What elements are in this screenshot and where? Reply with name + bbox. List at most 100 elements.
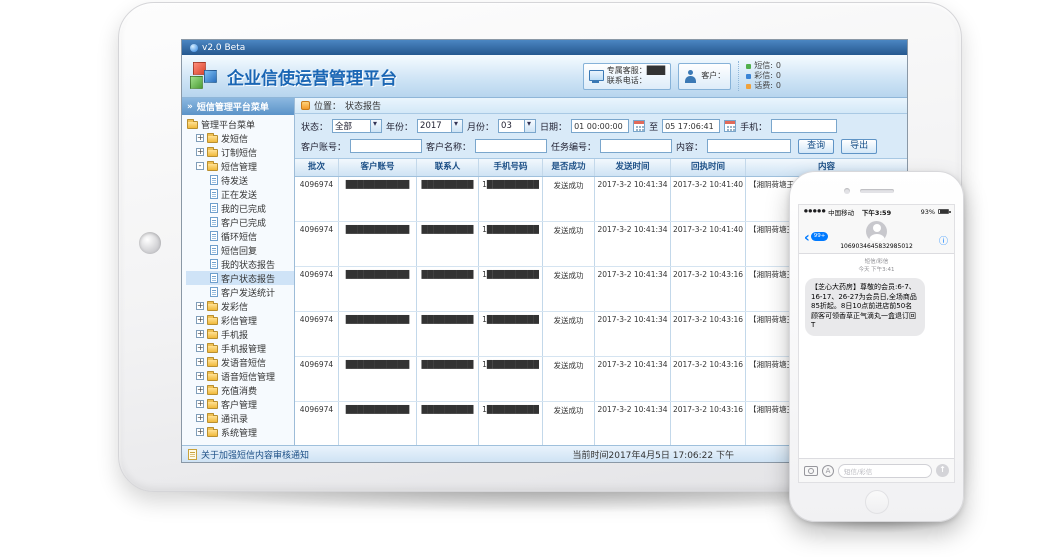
app-header: 企业信使运营管理平台 专属客服：███ 联系电话： 客户： bbox=[182, 55, 907, 98]
folder-icon bbox=[207, 415, 218, 423]
year-label: 年份： bbox=[386, 120, 413, 133]
sidebar-sub-item[interactable]: 客户已完成 bbox=[186, 215, 294, 229]
column-header[interactable]: 联系人 bbox=[417, 159, 479, 176]
name-input[interactable] bbox=[475, 139, 547, 153]
sidebar-sub-item[interactable]: 客户发送统计 bbox=[186, 285, 294, 299]
phone-label: 联系电话： bbox=[607, 76, 647, 85]
expand-icon[interactable] bbox=[196, 344, 204, 352]
column-header[interactable]: 是否成功 bbox=[543, 159, 595, 176]
message-input[interactable]: 短信/彩信 bbox=[838, 464, 932, 478]
filter-row-1: 状态： 全部 年份： 2017 月份： 03 日期： 至 手机： bbox=[301, 118, 901, 134]
expand-icon[interactable] bbox=[196, 358, 204, 366]
sidebar-sub-item-label: 我的状态报告 bbox=[221, 258, 275, 271]
phone-camera-icon bbox=[844, 188, 850, 194]
date-label: 日期： bbox=[540, 120, 567, 133]
location-icon bbox=[301, 101, 310, 110]
sidebar-sub-item[interactable]: 短信回复 bbox=[186, 243, 294, 257]
sidebar-sub-item[interactable]: 待发送 bbox=[186, 173, 294, 187]
notice-link[interactable]: 关于加强短信内容审核通知 bbox=[188, 448, 309, 461]
camera-icon[interactable] bbox=[804, 466, 818, 476]
expand-icon[interactable] bbox=[196, 316, 204, 324]
service-box: 专属客服：███ 联系电话： bbox=[583, 63, 671, 90]
app-logo-icon bbox=[190, 61, 220, 91]
year-select[interactable]: 2017 bbox=[417, 119, 463, 133]
service-value: ███ bbox=[647, 66, 665, 75]
expand-icon[interactable] bbox=[196, 162, 204, 170]
apps-icon[interactable] bbox=[822, 465, 834, 477]
send-button[interactable] bbox=[936, 464, 949, 477]
expand-icon[interactable] bbox=[196, 148, 204, 156]
input-placeholder: 短信/彩信 bbox=[844, 466, 872, 476]
sidebar-item[interactable]: 彩信管理 bbox=[186, 313, 294, 327]
sidebar-item[interactable]: 客户管理 bbox=[186, 397, 294, 411]
sidebar-item[interactable]: 发短信 bbox=[186, 131, 294, 145]
sidebar-item[interactable]: 充值消费 bbox=[186, 383, 294, 397]
month-select[interactable]: 03 bbox=[498, 119, 536, 133]
sidebar-item[interactable]: 通讯录 bbox=[186, 411, 294, 425]
sidebar-root-label: 管理平台菜单 bbox=[201, 118, 255, 131]
folder-icon bbox=[207, 163, 218, 171]
calendar-icon[interactable] bbox=[633, 120, 645, 132]
sidebar-item[interactable]: 手机报 bbox=[186, 327, 294, 341]
folder-icon bbox=[207, 387, 218, 395]
sidebar-sub-item[interactable]: 我的已完成 bbox=[186, 201, 294, 215]
column-header[interactable]: 批次 bbox=[295, 159, 339, 176]
sidebar-item[interactable]: 语音短信管理 bbox=[186, 369, 294, 383]
column-header[interactable]: 回执时间 bbox=[671, 159, 746, 176]
tablet-camera-icon bbox=[139, 232, 161, 254]
expand-icon[interactable] bbox=[196, 414, 204, 422]
expand-icon[interactable] bbox=[196, 302, 204, 310]
mobile-input[interactable] bbox=[771, 119, 837, 133]
content-input[interactable] bbox=[707, 139, 791, 153]
phone-screen: ●●●●● 中国移动 下午3:59 93% 99+ 10690346458329… bbox=[798, 204, 955, 483]
expand-icon[interactable] bbox=[196, 400, 204, 408]
column-header[interactable]: 手机号码 bbox=[479, 159, 543, 176]
calendar-icon[interactable] bbox=[724, 120, 736, 132]
sidebar-root-item[interactable]: 管理平台菜单 bbox=[186, 117, 294, 131]
cell-mobile: 1█████████ bbox=[479, 177, 543, 221]
date-to-input[interactable] bbox=[662, 119, 720, 133]
expand-icon[interactable] bbox=[196, 386, 204, 394]
cell-mobile: 1█████████ bbox=[479, 222, 543, 266]
sidebar-item-label: 通讯录 bbox=[221, 412, 248, 425]
month-label: 月份： bbox=[467, 120, 494, 133]
expand-icon[interactable] bbox=[196, 330, 204, 338]
task-input[interactable] bbox=[600, 139, 672, 153]
expand-icon[interactable] bbox=[196, 372, 204, 380]
account-input[interactable] bbox=[350, 139, 422, 153]
back-button[interactable]: 99+ bbox=[804, 227, 828, 246]
battery-icon bbox=[938, 209, 949, 215]
sidebar-item[interactable]: 短信管理 bbox=[186, 159, 294, 173]
sidebar-sub-item[interactable]: 我的状态报告 bbox=[186, 257, 294, 271]
status-select[interactable]: 全部 bbox=[332, 119, 382, 133]
search-button[interactable]: 查询 bbox=[798, 139, 834, 154]
cell-contact: █████████ bbox=[417, 267, 479, 311]
export-button[interactable]: 导出 bbox=[841, 139, 877, 154]
customer-person-icon bbox=[684, 70, 697, 83]
sidebar-sub-item[interactable]: 循环短信 bbox=[186, 229, 294, 243]
sidebar-item[interactable]: 系统管理 bbox=[186, 425, 294, 439]
sidebar-sub-item[interactable]: 客户状态报告 bbox=[186, 271, 294, 285]
page-icon bbox=[210, 259, 218, 269]
home-button[interactable] bbox=[865, 490, 889, 514]
column-header[interactable]: 发送时间 bbox=[595, 159, 671, 176]
expand-icon[interactable] bbox=[196, 428, 204, 436]
sidebar-item-label: 发短信 bbox=[221, 132, 248, 145]
phone-device: ●●●●● 中国移动 下午3:59 93% 99+ 10690346458329… bbox=[789, 171, 964, 522]
support-monitor-icon bbox=[589, 70, 603, 83]
notice-label: 关于加强短信内容审核通知 bbox=[201, 448, 309, 461]
column-header[interactable]: 客户账号 bbox=[339, 159, 417, 176]
sidebar-sub-item[interactable]: 正在发送 bbox=[186, 187, 294, 201]
date-from-input[interactable] bbox=[571, 119, 629, 133]
sidebar-item[interactable]: 订制短信 bbox=[186, 145, 294, 159]
cell-account: ███████████ bbox=[339, 267, 417, 311]
cell-send-time: 2017-3-2 10:41:34 bbox=[595, 357, 671, 401]
cell-batch: 4096974 bbox=[295, 402, 339, 445]
sidebar-item[interactable]: 发语音短信 bbox=[186, 355, 294, 369]
sidebar-item[interactable]: 发彩信 bbox=[186, 299, 294, 313]
sidebar-item[interactable]: 手机报管理 bbox=[186, 341, 294, 355]
info-icon[interactable] bbox=[939, 229, 948, 248]
expand-icon[interactable] bbox=[196, 134, 204, 142]
page-icon bbox=[210, 273, 218, 283]
stat-label: 话费: bbox=[754, 81, 773, 91]
